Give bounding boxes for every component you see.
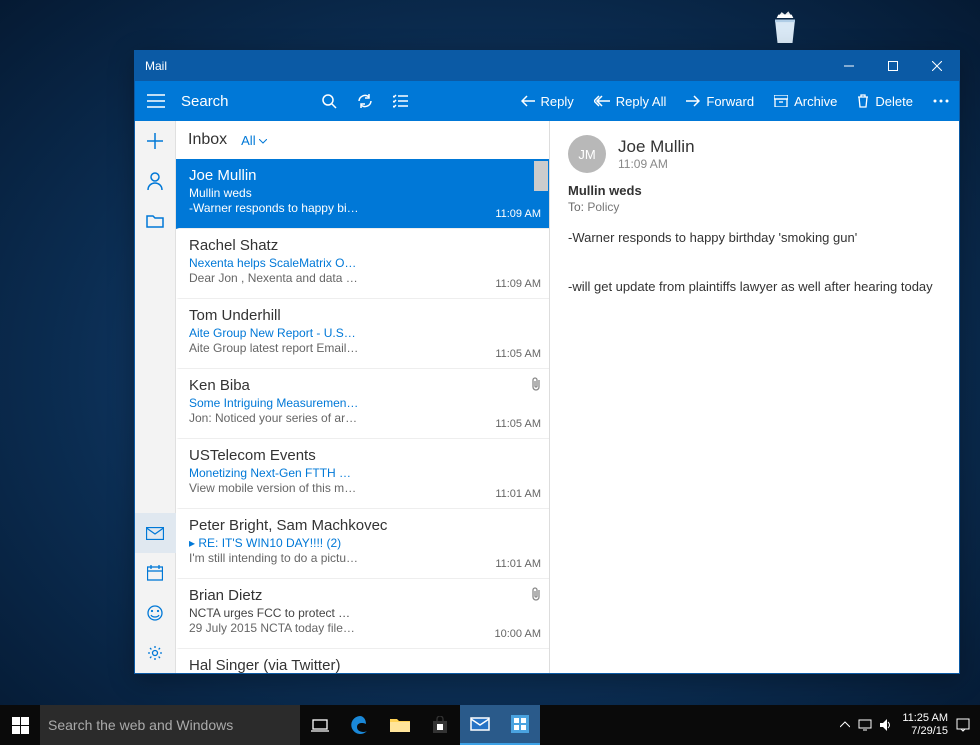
message-preview: Jon: Noticed your series of articles on … [189, 411, 359, 425]
reading-body: -Warner responds to happy birthday 'smok… [568, 226, 941, 300]
message-subject: ▸ RE: IT'S WIN10 DAY!!!! (2) [189, 536, 359, 550]
app-taskbar-button[interactable] [500, 705, 540, 745]
toolbar: Search Reply Reply All Forward Archive D… [135, 81, 959, 121]
message-item[interactable]: Ken Biba Some Intriguing Measurement Data… [176, 369, 549, 439]
titlebar: Mail [135, 51, 959, 81]
hamburger-menu-button[interactable] [135, 81, 177, 121]
message-preview: Dear Jon , Nexenta and data center inn [189, 271, 359, 285]
reading-sender: Joe Mullin [618, 137, 695, 157]
settings-nav-button[interactable] [135, 633, 176, 673]
reply-all-label: Reply All [616, 94, 667, 109]
notifications-icon[interactable] [956, 718, 970, 732]
sender-avatar: JM [568, 135, 606, 173]
folders-button[interactable] [135, 201, 176, 241]
message-time: 11:01 AM [495, 558, 541, 570]
edge-button[interactable] [340, 705, 380, 745]
filter-dropdown[interactable]: All [241, 133, 267, 148]
message-time: 11:09 AM [495, 278, 541, 290]
delete-label: Delete [875, 94, 913, 109]
task-view-button[interactable] [300, 705, 340, 745]
tray-time: 11:25 AM [902, 712, 948, 725]
volume-icon[interactable] [880, 718, 890, 732]
accounts-button[interactable] [135, 161, 176, 201]
taskbar-search-placeholder: Search the web and Windows [48, 717, 233, 733]
message-time: 11:09 AM [495, 208, 541, 220]
message-preview: I'm still intending to do a picture-heav… [189, 551, 359, 565]
message-sender: Tom Underhill [189, 307, 539, 324]
scrollbar-thumb[interactable] [534, 161, 548, 191]
reply-button[interactable]: Reply [511, 81, 584, 121]
message-sender: Joe Mullin [189, 167, 539, 184]
message-time: 11:05 AM [495, 348, 541, 360]
mail-taskbar-button[interactable] [460, 705, 500, 745]
message-sender: USTelecom Events [189, 447, 539, 464]
taskbar: Search the web and Windows 11:25 AM 7/29… [0, 705, 980, 745]
message-subject: Aite Group New Report - U.S. Health B [189, 326, 359, 340]
message-preview: View mobile version of this message | I [189, 481, 359, 495]
reading-pane: JM Joe Mullin 11:09 AM Mullin weds To: P… [550, 121, 959, 673]
message-subject: Mullin weds [189, 186, 359, 200]
mail-nav-button[interactable] [135, 513, 176, 553]
minimize-button[interactable] [827, 51, 871, 81]
attachment-icon [531, 377, 541, 396]
message-preview: Aite Group latest report Email not disp [189, 341, 359, 355]
maximize-button[interactable] [871, 51, 915, 81]
feedback-nav-button[interactable] [135, 593, 176, 633]
file-explorer-button[interactable] [380, 705, 420, 745]
message-time: 10:00 AM [495, 628, 541, 640]
new-mail-button[interactable] [135, 121, 176, 161]
message-sender: Rachel Shatz [189, 237, 539, 254]
folder-name: Inbox [188, 131, 227, 149]
message-item[interactable]: Hal Singer (via Twitter)Hal Singer (@Hal… [176, 649, 549, 673]
message-sender: Brian Dietz [189, 587, 539, 604]
search-input[interactable]: Search [177, 93, 311, 110]
taskbar-search[interactable]: Search the web and Windows [40, 705, 300, 745]
tray-date: 7/29/15 [902, 725, 948, 738]
attachment-icon [531, 587, 541, 606]
message-sender: Ken Biba [189, 377, 539, 394]
message-time: 11:01 AM [495, 488, 541, 500]
message-preview: -Warner responds to happy birthday 's [189, 201, 359, 215]
close-button[interactable] [915, 51, 959, 81]
message-item[interactable]: USTelecom Events Monetizing Next-Gen FTTH… [176, 439, 549, 509]
archive-label: Archive [794, 94, 837, 109]
mail-window: Mail Search Reply Reply All Forward Arch… [134, 50, 960, 674]
forward-button[interactable]: Forward [676, 81, 764, 121]
message-subject: Nexenta helps ScaleMatrix Out-Perform [189, 256, 359, 270]
reply-all-button[interactable]: Reply All [584, 81, 677, 121]
system-tray[interactable]: 11:25 AM 7/29/15 [836, 705, 980, 745]
reading-subject: Mullin weds [568, 183, 941, 198]
message-subject: Some Intriguing Measurement Data on [189, 396, 359, 410]
tray-chevron-icon[interactable] [840, 720, 850, 730]
store-button[interactable] [420, 705, 460, 745]
message-time: 11:05 AM [495, 418, 541, 430]
sync-icon[interactable] [347, 81, 383, 121]
message-sender: Peter Bright, Sam Machkovec [189, 517, 539, 534]
reply-label: Reply [541, 94, 574, 109]
archive-button[interactable]: Archive [764, 81, 847, 121]
message-item[interactable]: Rachel Shatz Nexenta helps ScaleMatrix Ou… [176, 229, 549, 299]
calendar-nav-button[interactable] [135, 553, 176, 593]
message-item[interactable]: Tom Underhill Aite Group New Report - U.S… [176, 299, 549, 369]
network-icon[interactable] [858, 719, 872, 731]
nav-rail [135, 121, 176, 673]
message-sender: Hal Singer (via Twitter) [189, 657, 539, 673]
selection-mode-icon[interactable] [383, 81, 419, 121]
start-button[interactable] [0, 705, 40, 745]
message-item[interactable]: Peter Bright, Sam Machkovec ▸ RE: IT'S WI… [176, 509, 549, 579]
message-item[interactable]: Joe Mullin Mullin weds-Warner responds to… [176, 159, 549, 229]
message-subject: NCTA urges FCC to protect Wi-Fi from [189, 606, 359, 620]
message-subject: Monetizing Next-Gen FTTH Connection [189, 466, 359, 480]
forward-label: Forward [706, 94, 754, 109]
window-title: Mail [145, 59, 167, 73]
reading-time: 11:09 AM [618, 157, 695, 171]
message-list: Inbox All Joe Mullin Mullin weds-Warner r… [176, 121, 550, 673]
delete-button[interactable]: Delete [847, 81, 923, 121]
search-icon[interactable] [311, 81, 347, 121]
message-item[interactable]: Brian Dietz NCTA urges FCC to protect Wi-… [176, 579, 549, 649]
more-icon[interactable] [923, 81, 959, 121]
message-preview: 29 July 2015 NCTA today filed the atta [189, 621, 359, 635]
reading-to: To: Policy [568, 200, 941, 214]
